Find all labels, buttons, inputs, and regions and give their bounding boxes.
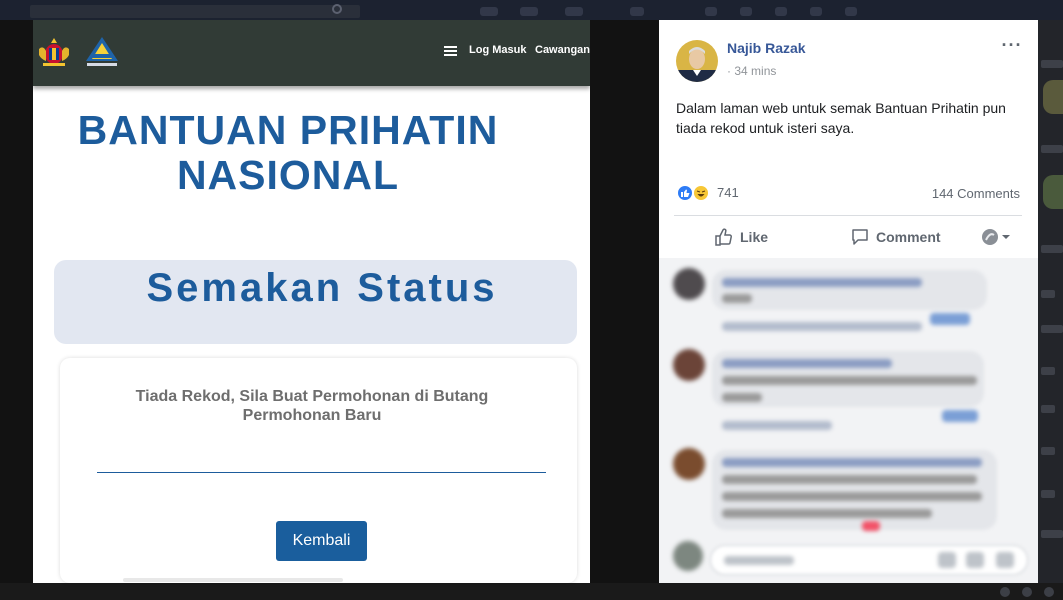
background-nav-item [480,7,498,16]
author-name[interactable]: Najib Razak [727,40,806,56]
menu-icon[interactable] [444,46,457,57]
blurred-comment-actions [722,322,922,331]
lhdn-logo [86,37,118,66]
result-message: Tiada Rekod, Sila Buat Permohonan di But… [135,388,489,424]
background-nav-item [630,7,644,16]
blurred-comment-reactions [942,410,978,422]
background-nav-item [565,7,583,16]
reply-input-placeholder [724,556,794,565]
background-right-item [1041,405,1055,413]
post-time: 34 mins [734,64,777,78]
background-chat-icon [1044,587,1054,597]
comment-bubble-icon [852,229,868,245]
blurred-comment-text [722,294,752,303]
blurred-comment-actions [722,421,832,430]
background-right-item [1041,447,1055,455]
background-right-avatar [1043,175,1063,209]
commenting-as-selector[interactable] [982,228,1014,246]
laughing-face-icon [696,190,706,197]
background-right-avatar [1043,80,1063,114]
blurred-comment-text [722,393,762,402]
emoji-icon[interactable] [938,552,956,568]
commenter-avatar[interactable] [673,448,705,480]
background-right-item [1041,530,1063,538]
reactions-divider [674,215,1022,216]
card-footer-line [123,578,343,582]
background-nav-item [705,7,717,16]
blurred-comment-text [722,509,932,518]
more-options-icon[interactable]: ··· [997,36,1027,56]
background-nav-item [775,7,787,16]
background-nav-item [520,7,538,16]
back-button[interactable]: Kembali [276,521,367,561]
blurred-comment-reactions [930,313,970,325]
blurred-comment-text [722,376,977,385]
nav-branch-link[interactable]: Cawangan [535,44,590,56]
background-chat-icon [1022,587,1032,597]
background-right-item [1041,60,1063,68]
background-bottom-bar [0,583,1063,600]
status-title: Semakan Status [146,266,498,310]
reaction-count[interactable]: 741 [717,185,739,200]
commenter-avatar[interactable] [673,349,705,381]
blurred-comment-text [722,475,977,484]
haha-icon[interactable] [692,184,710,202]
thumb-up-outline-icon [715,228,732,246]
site-header: Log Masuk Cawangan [33,20,590,86]
background-right-item [1041,490,1055,498]
current-user-avatar[interactable] [673,541,703,571]
like-label: Like [740,229,769,245]
result-divider [97,472,546,473]
author-avatar[interactable] [676,40,718,82]
background-right-item [1041,290,1055,298]
malaysia-crest-logo [39,38,69,66]
comments-count[interactable]: 144 Comments [905,186,1020,201]
comment-button[interactable]: Comment [850,226,941,248]
blurred-comment-text [722,359,892,368]
blurred-comment-text [722,278,922,287]
commenter-avatar[interactable] [673,268,705,300]
background-nav-item [740,7,752,16]
like-button[interactable]: Like [714,226,768,248]
background-chat-icon [1000,587,1010,597]
background-nav-item [810,7,822,16]
background-right-item [1041,245,1063,253]
search-icon [332,4,342,14]
thumb-up-icon [681,189,690,197]
blurred-heart-emoji [862,521,880,531]
blurred-comment-text [722,492,982,501]
nav-login-link[interactable]: Log Masuk [469,44,526,56]
gif-icon[interactable] [996,552,1014,568]
comment-bubble [712,270,987,310]
page-heading: BANTUAN PRIHATIN NASIONAL [77,107,499,198]
comment-label: Comment [876,229,941,245]
background-right-item [1041,325,1063,333]
background-search-bar [30,5,360,18]
camera-icon[interactable] [966,552,984,568]
post-text: Dalam laman web untuk semak Bantuan Prih… [676,100,1006,136]
post-timestamp[interactable]: · 34 mins [727,64,776,78]
profile-picker-icon [982,229,1010,245]
author-avatar-image [676,40,718,82]
blurred-comment-text [722,458,982,467]
background-right-item [1041,367,1055,375]
background-nav-item [845,7,857,16]
background-right-item [1041,145,1063,153]
